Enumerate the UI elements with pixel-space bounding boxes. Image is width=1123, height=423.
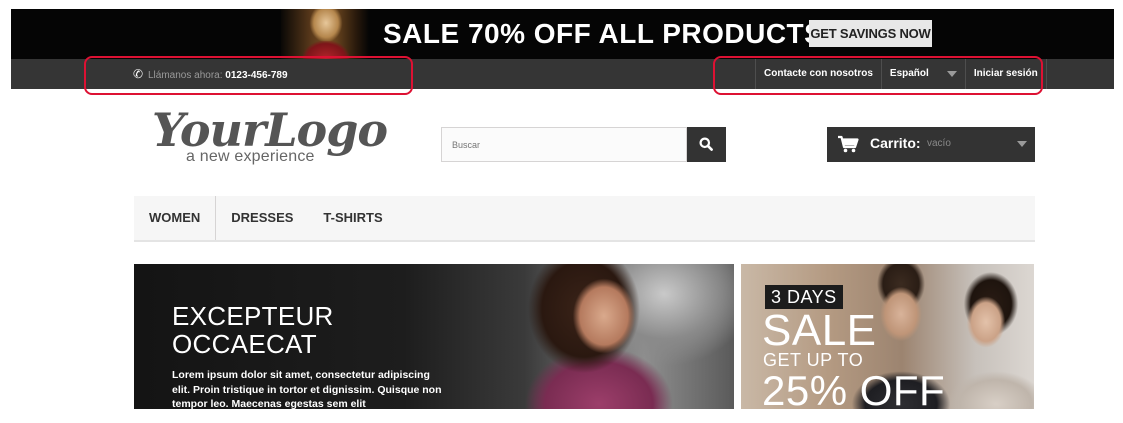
promo-model-image [281, 9, 369, 59]
promo-headline: SALE 70% OFF ALL PRODUCTS [383, 18, 824, 49]
chevron-down-icon [1017, 141, 1027, 147]
hero-slide[interactable]: EXCEPTEUR OCCAECAT Lorem ipsum dolor sit… [134, 264, 734, 409]
hero-model-image [464, 264, 734, 409]
hero-title-line2: OCCAECAT [172, 329, 317, 359]
site-logo[interactable]: YourLogo a new experience [152, 104, 388, 168]
main-menu: WOMEN DRESSES T-SHIRTS [134, 196, 1035, 242]
phone-highlight-box [84, 56, 413, 95]
search-button[interactable] [687, 127, 726, 162]
logo-tagline: a new experience [186, 148, 315, 165]
promo-banner[interactable]: SALE 70% OFF ALL PRODUCTS GET SAVINGS NO… [11, 9, 1114, 59]
search-icon [699, 137, 713, 151]
search-input[interactable] [441, 127, 687, 162]
menu-item-tshirts[interactable]: T-SHIRTS [308, 196, 397, 240]
cart-button[interactable]: Carrito: vacío [827, 127, 1035, 162]
menu-item-women[interactable]: WOMEN [134, 196, 217, 240]
hero-title-line1: EXCEPTEUR [172, 301, 334, 331]
sale-text: SALE [762, 306, 877, 355]
cart-icon [838, 135, 859, 153]
cart-status: vacío [927, 138, 951, 149]
hero-title: EXCEPTEUR OCCAECAT [172, 302, 334, 358]
menu-item-dresses[interactable]: DRESSES [216, 196, 308, 240]
cart-label: Carrito: [870, 135, 921, 151]
hero-description: Lorem ipsum dolor sit amet, consectetur … [172, 369, 442, 409]
get-savings-button[interactable]: GET SAVINGS NOW [809, 20, 932, 47]
search-bar [441, 127, 726, 162]
nav-highlight-box [713, 56, 1043, 95]
discount-text: 25% OFF [762, 367, 946, 410]
side-promo-banner[interactable]: 3 DAYS SALE GET UP TO 25% OFF [741, 264, 1034, 409]
